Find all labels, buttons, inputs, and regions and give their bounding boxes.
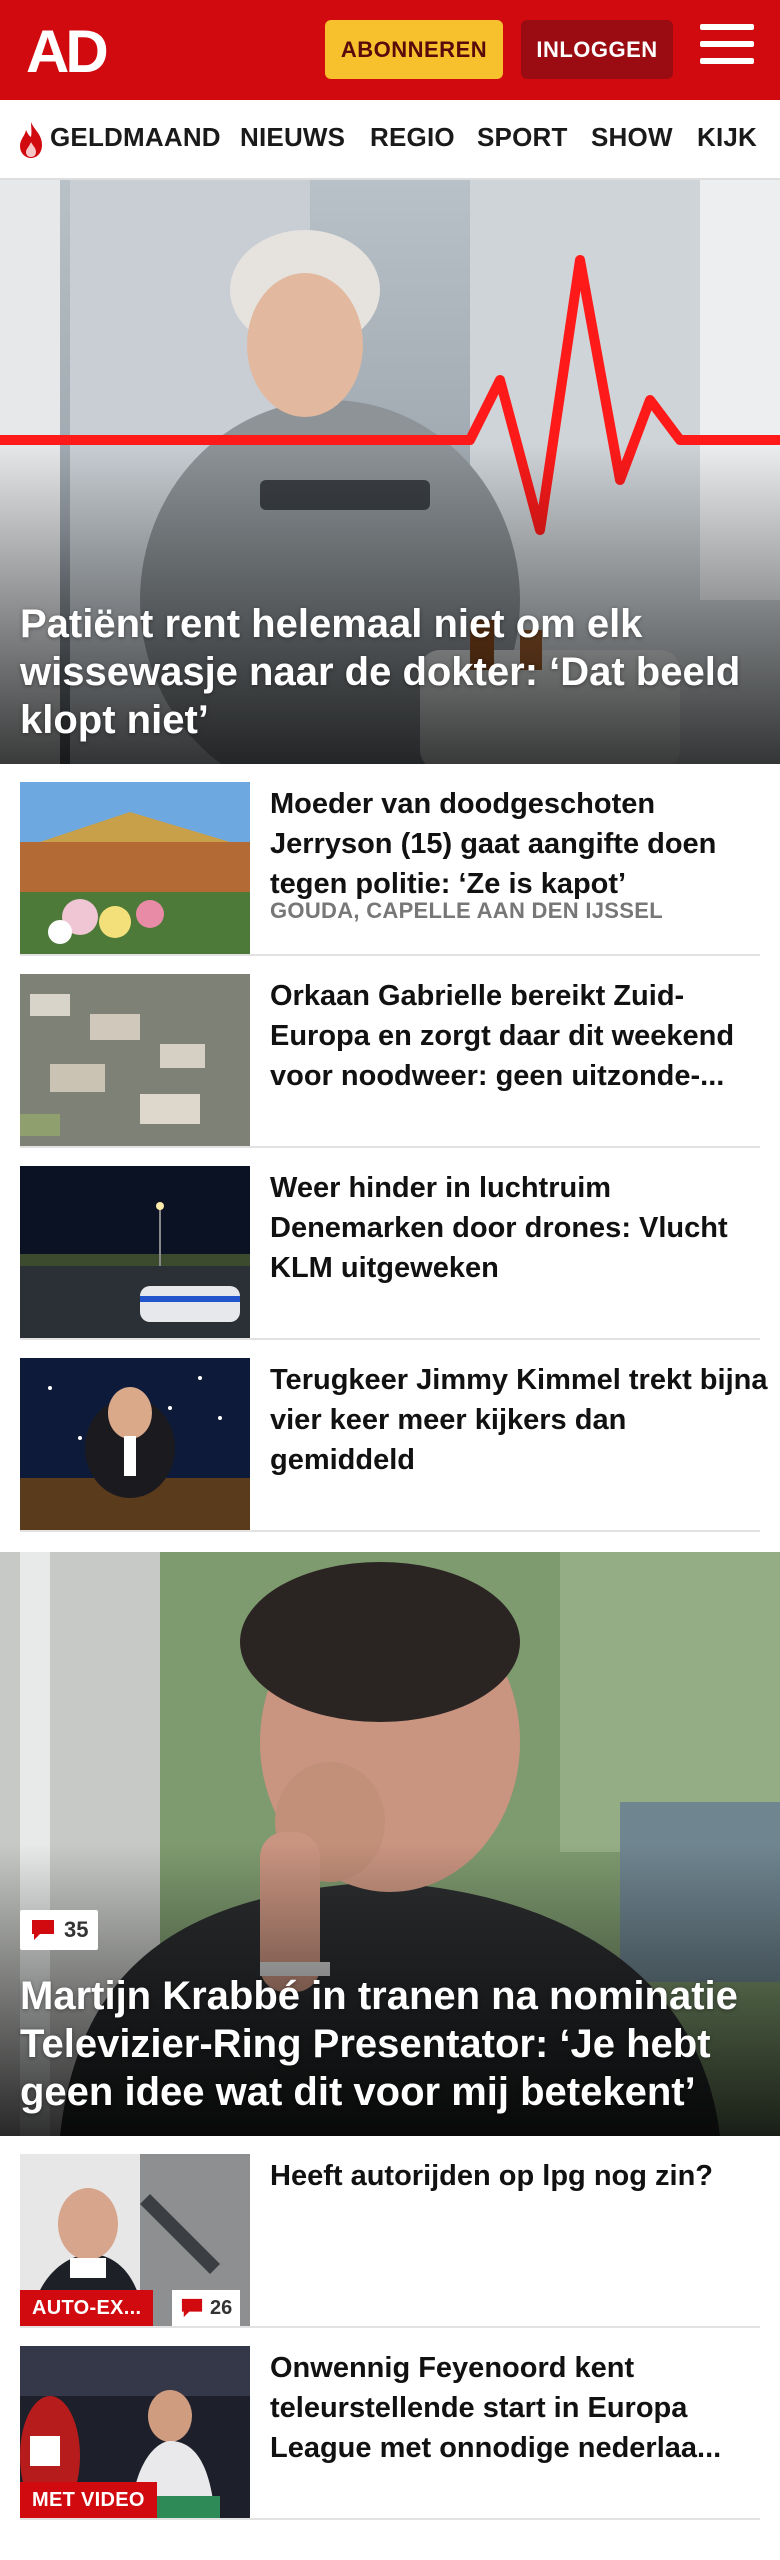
list-item[interactable]: MET VIDEO Onwennig Feyenoord kent teleur… bbox=[20, 2328, 760, 2520]
article-thumbnail bbox=[20, 1166, 250, 1338]
login-button[interactable]: INLOGGEN bbox=[521, 20, 673, 79]
video-label: MET VIDEO bbox=[20, 2482, 157, 2518]
article-title[interactable]: Terugkeer Jimmy Kimmel trekt bijna vier … bbox=[270, 1360, 770, 1480]
list-item[interactable]: Weer hinder in luchtruim Denemarken door… bbox=[20, 1148, 760, 1340]
flame-icon bbox=[20, 122, 42, 158]
ad-logo[interactable]: AD bbox=[26, 22, 118, 78]
hero-title[interactable]: Martijn Krabbé in tranen na nominatie Te… bbox=[20, 1972, 780, 2116]
list-item[interactable]: Moeder van doodgeschoten Jerryson (15) g… bbox=[20, 764, 760, 956]
article-title[interactable]: Heeft autorijden op lpg nog zin? bbox=[270, 2156, 770, 2196]
article-title[interactable]: Moeder van doodgeschoten Jerryson (15) g… bbox=[270, 784, 770, 904]
article-thumbnail: AUTO-EX... 26 bbox=[20, 2154, 250, 2326]
list-item[interactable]: Orkaan Gabrielle bereikt Zuid-Europa en … bbox=[20, 956, 760, 1148]
subscribe-button[interactable]: ABONNEREN bbox=[325, 20, 503, 79]
nav-item-geldmaand[interactable]: GELDMAAND bbox=[50, 122, 221, 153]
nav-item-sport[interactable]: SPORT bbox=[477, 122, 568, 153]
article-location: GOUDA, CAPELLE AAN DEN IJSSEL bbox=[270, 898, 663, 923]
nav-item-nieuws[interactable]: NIEUWS bbox=[240, 122, 345, 153]
nav-item-show[interactable]: SHOW bbox=[591, 122, 673, 153]
article-title[interactable]: Weer hinder in luchtruim Denemarken door… bbox=[270, 1168, 770, 1288]
nav-item-kijk[interactable]: KIJK bbox=[697, 122, 757, 153]
list-item[interactable]: Terugkeer Jimmy Kimmel trekt bijna vier … bbox=[20, 1340, 767, 1532]
comment-count: 35 bbox=[64, 1917, 89, 1942]
comment-icon bbox=[32, 1920, 54, 1940]
nav-item-regio[interactable]: REGIO bbox=[370, 122, 455, 153]
top-bar: AD ABONNEREN INLOGGEN bbox=[0, 0, 780, 100]
article-thumbnail bbox=[20, 974, 250, 1146]
section-nav: GELDMAAND NIEUWS REGIO SPORT SHOW KIJK bbox=[0, 100, 780, 180]
hero-title[interactable]: Patiënt rent helemaal niet om elk wissew… bbox=[20, 600, 760, 744]
category-label: AUTO-EX... bbox=[20, 2290, 154, 2326]
comment-count: 26 bbox=[210, 2296, 233, 2319]
article-title[interactable]: Orkaan Gabrielle bereikt Zuid-Europa en … bbox=[270, 976, 770, 1096]
comment-count-badge[interactable]: 35 bbox=[20, 1910, 99, 1950]
comment-count-badge[interactable]: 26 bbox=[172, 2290, 241, 2326]
hero-article[interactable]: 35 Martijn Krabbé in tranen na nominatie… bbox=[0, 1552, 780, 2136]
hero-article[interactable]: Patiënt rent helemaal niet om elk wissew… bbox=[0, 180, 780, 764]
menu-icon[interactable] bbox=[700, 24, 754, 74]
article-thumbnail bbox=[20, 1358, 250, 1530]
svg-text:AD: AD bbox=[26, 22, 106, 78]
article-title[interactable]: Onwennig Feyenoord kent teleurstellende … bbox=[270, 2348, 770, 2468]
list-item[interactable]: AUTO-EX... 26 Heeft autorijden op lpg no… bbox=[20, 2136, 760, 2328]
article-thumbnail: MET VIDEO bbox=[20, 2346, 250, 2518]
comment-icon bbox=[181, 2298, 203, 2318]
article-thumbnail bbox=[20, 782, 250, 954]
